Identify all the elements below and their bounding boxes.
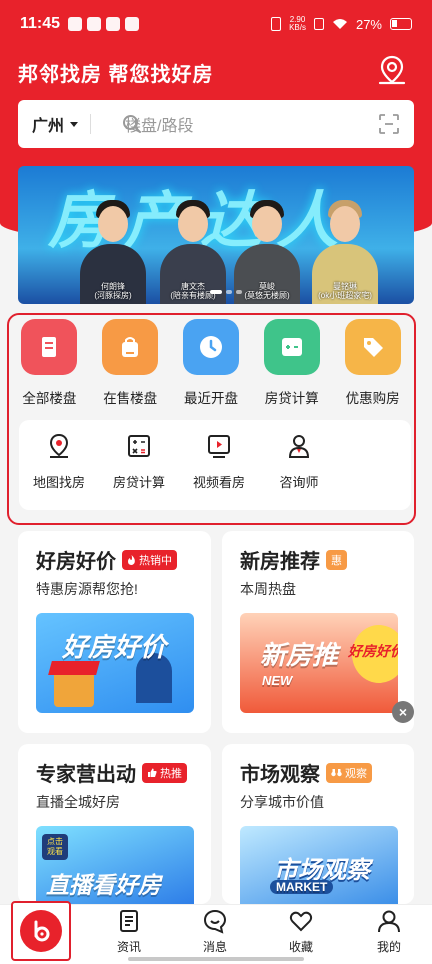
card-image: 市场观察 MARKET xyxy=(240,826,398,904)
app-title: 邦邻找房 帮您找好房 xyxy=(18,64,214,86)
tab-profile[interactable]: 我的 xyxy=(359,908,419,955)
tab-favorites[interactable]: 收藏 xyxy=(271,908,331,955)
card-title: 新房推荐 xyxy=(240,551,320,573)
card-expert-live[interactable]: 专家营出动 热推 直播全城好房 点击 观看 直播看好房 xyxy=(18,744,211,904)
city-selector[interactable]: 广州 xyxy=(32,114,92,135)
tool-consultant[interactable]: 咨询师 xyxy=(259,432,339,510)
card-subtitle: 特惠房源帮您抢! xyxy=(36,581,138,597)
category-panel: 全部楼盘 在售楼盘 最近开盘 房贷计算 优惠购房 地图找房 房贷计算 视频看房 … xyxy=(7,313,416,525)
calculator-icon xyxy=(128,435,150,457)
card-subtitle: 直播全城好房 xyxy=(36,794,120,810)
card-image: 点击 观看 直播看好房 xyxy=(36,826,194,904)
category-all-projects[interactable]: 全部楼盘 xyxy=(9,319,90,407)
sim-icon xyxy=(313,18,324,30)
building-icon xyxy=(21,319,78,375)
card-title: 专家营出动 xyxy=(36,764,136,786)
card-image: 好房好价 xyxy=(36,613,194,713)
scan-icon[interactable] xyxy=(378,113,400,135)
search-bar[interactable]: 广州 楼盘/路段 xyxy=(18,100,414,148)
card-subtitle: 分享城市价值 xyxy=(240,794,324,810)
message-icon xyxy=(203,909,227,934)
card-good-price[interactable]: 好房好价 热销中 特惠房源帮您抢! 好房好价 xyxy=(18,531,211,733)
card-title: 好房好价 xyxy=(36,551,116,573)
watch-tag: 观察 xyxy=(326,762,372,783)
video-icon xyxy=(208,435,230,458)
tab-messages[interactable]: 消息 xyxy=(185,908,245,955)
category-on-sale[interactable]: 在售楼盘 xyxy=(90,319,171,407)
banner-pagination xyxy=(210,290,242,294)
tools-row: 地图找房 房贷计算 视频看房 咨询师 xyxy=(19,420,411,510)
category-mortgage-calc[interactable]: 房贷计算 xyxy=(251,319,332,407)
tool-video-tour[interactable]: 视频看房 xyxy=(179,432,259,510)
card-title: 市场观察 xyxy=(240,764,320,786)
binoculars-icon xyxy=(331,769,342,777)
status-time: 11:45 xyxy=(20,15,61,32)
battery-percent: 27% xyxy=(355,16,382,32)
card-subtitle: 本周热盘 xyxy=(240,581,296,597)
status-bar: 11:45 2.90 KB/s 27% xyxy=(0,0,432,48)
hot-tag: 热销中 xyxy=(122,549,177,570)
heart-icon xyxy=(289,911,313,932)
home-indicator xyxy=(128,957,304,961)
consultant-icon xyxy=(288,435,310,458)
tab-home[interactable] xyxy=(11,901,71,961)
chevron-down-icon xyxy=(70,121,79,127)
notification-icons xyxy=(68,17,140,31)
banner-person: 曼铭琳 (ok小班超家宅) xyxy=(308,194,382,304)
location-pin-icon[interactable] xyxy=(376,54,408,86)
hot-push-tag: 热推 xyxy=(142,762,187,783)
coupon-tag-icon xyxy=(344,319,401,375)
tab-news[interactable]: 资讯 xyxy=(99,908,159,955)
tool-mortgage-calc[interactable]: 房贷计算 xyxy=(99,432,179,510)
category-discount[interactable]: 优惠购房 xyxy=(332,319,413,407)
card-image: 新房推 NEW 好房好价 xyxy=(240,613,398,713)
search-icon xyxy=(123,115,141,133)
category-recent-opening[interactable]: 最近开盘 xyxy=(171,319,252,407)
card-market-watch[interactable]: 市场观察 观察 分享城市价值 市场观察 MARKET xyxy=(222,744,414,904)
thumbs-up-icon xyxy=(148,768,157,777)
discount-tag: 惠 xyxy=(326,549,347,570)
map-pin-icon xyxy=(49,433,69,458)
news-icon xyxy=(120,910,138,932)
banner-person: 唐文杰 (陪亲有楼顾) xyxy=(156,194,230,304)
banner-person: 何朗锋 (河豚探房) xyxy=(76,194,150,304)
calculator-icon xyxy=(263,319,320,375)
battery-icon xyxy=(390,18,412,30)
flame-icon xyxy=(128,554,135,565)
tool-map-search[interactable]: 地图找房 xyxy=(19,432,99,510)
wifi-icon xyxy=(332,19,347,29)
card-new-homes[interactable]: 新房推荐 惠 本周热盘 新房推 NEW 好房好价 xyxy=(222,531,414,733)
clock-icon xyxy=(182,319,239,375)
banner-person: 莫峻 (莫悠无楼顾) xyxy=(230,194,304,304)
home-b-logo-icon xyxy=(20,910,62,952)
bag-icon xyxy=(102,319,159,375)
close-icon[interactable]: × xyxy=(392,701,414,723)
profile-icon xyxy=(378,910,400,933)
promo-banner[interactable]: 房产达人 何朗锋(河豚探房) 唐文杰(陪亲有楼顾) 莫峻(莫悠无楼顾) 曼铭琳(… xyxy=(18,166,414,304)
vibrate-icon xyxy=(271,17,282,31)
net-speed: 2.90 KB/s xyxy=(289,15,306,32)
